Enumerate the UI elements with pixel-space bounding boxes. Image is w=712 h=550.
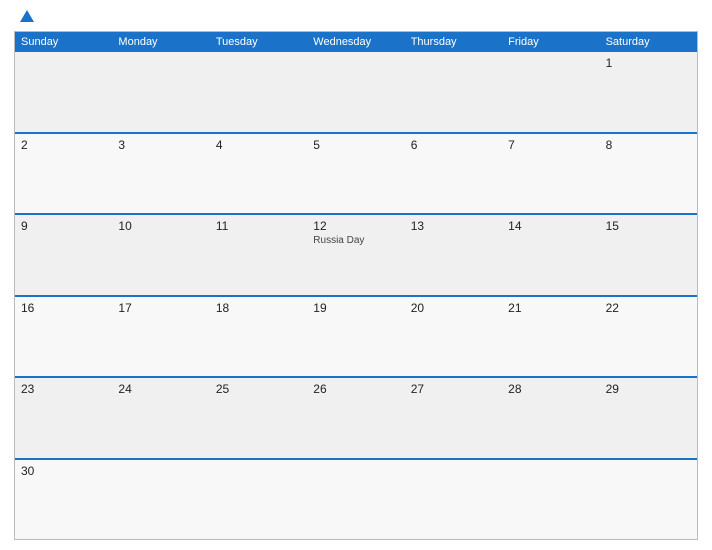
- day-number: 13: [411, 219, 496, 233]
- calendar-cell: 13: [405, 215, 502, 295]
- day-headers-row: SundayMondayTuesdayWednesdayThursdayFrid…: [15, 32, 697, 52]
- calendar-cell: 10: [112, 215, 209, 295]
- week-row-3: 9 10 11 12 Russia Day 13 14 15: [15, 213, 697, 295]
- day-number: 8: [606, 138, 691, 152]
- day-number: 24: [118, 382, 203, 396]
- day-number: 17: [118, 301, 203, 315]
- calendar-cell: [405, 52, 502, 132]
- calendar-cell: [15, 52, 112, 132]
- calendar-cell: 4: [210, 134, 307, 214]
- calendar-cell: 20: [405, 297, 502, 377]
- calendar-cell: 11: [210, 215, 307, 295]
- calendar-cell: 6: [405, 134, 502, 214]
- day-header-sunday: Sunday: [15, 32, 112, 52]
- week-row-2: 2345678: [15, 132, 697, 214]
- day-number: 5: [313, 138, 398, 152]
- day-number: 16: [21, 301, 106, 315]
- calendar-cell: 17: [112, 297, 209, 377]
- calendar-cell: 9: [15, 215, 112, 295]
- day-number: 1: [606, 56, 691, 70]
- calendar-cell: 29: [600, 378, 697, 458]
- calendar-cell: 12 Russia Day: [307, 215, 404, 295]
- day-number: 29: [606, 382, 691, 396]
- day-header-wednesday: Wednesday: [307, 32, 404, 52]
- calendar-cell: 14: [502, 215, 599, 295]
- calendar-cell: 2: [15, 134, 112, 214]
- calendar-cell: [600, 460, 697, 540]
- day-number: 14: [508, 219, 593, 233]
- calendar-cell: 15: [600, 215, 697, 295]
- calendar-cell: 27: [405, 378, 502, 458]
- day-header-monday: Monday: [112, 32, 209, 52]
- calendar-page: SundayMondayTuesdayWednesdayThursdayFrid…: [0, 0, 712, 550]
- calendar-cell: 23: [15, 378, 112, 458]
- day-header-thursday: Thursday: [405, 32, 502, 52]
- calendar-cell: [307, 52, 404, 132]
- calendar-cell: 18: [210, 297, 307, 377]
- cell-event: Russia Day: [313, 235, 398, 247]
- calendar-cell: [112, 52, 209, 132]
- day-header-saturday: Saturday: [600, 32, 697, 52]
- day-number: 21: [508, 301, 593, 315]
- calendar-cell: 26: [307, 378, 404, 458]
- weeks-container: 123456789101112Russia Day131415161718192…: [15, 52, 697, 539]
- day-number: 11: [216, 219, 301, 233]
- calendar-cell: [210, 52, 307, 132]
- calendar-cell: 7: [502, 134, 599, 214]
- calendar-cell: 21: [502, 297, 599, 377]
- calendar-cell: 8: [600, 134, 697, 214]
- header: [14, 10, 698, 23]
- calendar-cell: 25: [210, 378, 307, 458]
- calendar-cell: 3: [112, 134, 209, 214]
- calendar-cell: [112, 460, 209, 540]
- day-number: 2: [21, 138, 106, 152]
- day-number: 7: [508, 138, 593, 152]
- calendar-cell: [210, 460, 307, 540]
- calendar-cell: 28: [502, 378, 599, 458]
- day-number: 28: [508, 382, 593, 396]
- day-number: 23: [21, 382, 106, 396]
- day-number: 6: [411, 138, 496, 152]
- week-row-6: 30: [15, 458, 697, 540]
- calendar-cell: 22: [600, 297, 697, 377]
- day-number: 12: [313, 219, 398, 233]
- calendar-cell: [502, 52, 599, 132]
- calendar-cell: 24: [112, 378, 209, 458]
- day-number: 30: [21, 464, 106, 478]
- calendar-cell: [405, 460, 502, 540]
- day-number: 10: [118, 219, 203, 233]
- day-number: 19: [313, 301, 398, 315]
- day-number: 22: [606, 301, 691, 315]
- calendar-cell: 30: [15, 460, 112, 540]
- day-number: 4: [216, 138, 301, 152]
- calendar-cell: [502, 460, 599, 540]
- day-number: 15: [606, 219, 691, 233]
- week-row-1: 1: [15, 52, 697, 132]
- day-number: 20: [411, 301, 496, 315]
- week-row-4: 16 17 18 19 20 21 22: [15, 295, 697, 377]
- logo: [16, 10, 34, 23]
- day-number: 26: [313, 382, 398, 396]
- day-number: 9: [21, 219, 106, 233]
- calendar-cell: 5: [307, 134, 404, 214]
- calendar-cell: 1: [600, 52, 697, 132]
- day-number: 3: [118, 138, 203, 152]
- day-number: 27: [411, 382, 496, 396]
- week-row-5: 23 24 25 26 27 28 29: [15, 376, 697, 458]
- day-header-tuesday: Tuesday: [210, 32, 307, 52]
- day-number: 18: [216, 301, 301, 315]
- calendar-cell: 19: [307, 297, 404, 377]
- calendar-cell: [307, 460, 404, 540]
- day-header-friday: Friday: [502, 32, 599, 52]
- calendar-cell: 16: [15, 297, 112, 377]
- day-number: 25: [216, 382, 301, 396]
- calendar-grid: SundayMondayTuesdayWednesdayThursdayFrid…: [14, 31, 698, 540]
- logo-triangle-icon: [20, 10, 34, 22]
